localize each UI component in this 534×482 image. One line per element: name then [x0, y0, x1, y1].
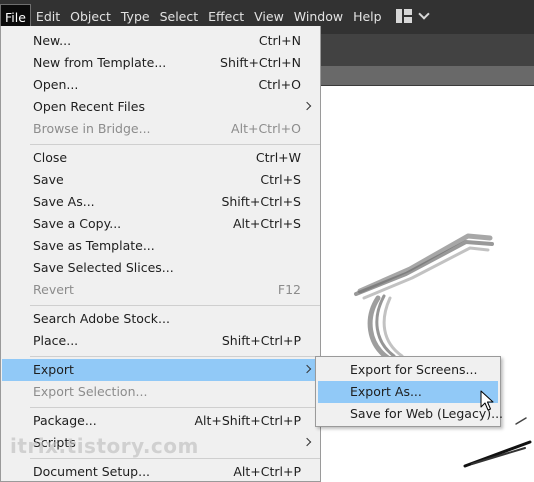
chevron-right-icon	[302, 364, 312, 374]
menu-item-save-a-copy[interactable]: Save a Copy... Alt+Ctrl+S	[2, 213, 320, 235]
menu-item-export[interactable]: Export	[2, 359, 320, 381]
menu-separator	[30, 458, 320, 459]
mouse-pointer-icon	[480, 390, 494, 411]
menu-item-close[interactable]: Close Ctrl+W	[2, 147, 320, 169]
export-submenu: Export for Screens... Export As... Save …	[315, 356, 503, 427]
menu-item-package[interactable]: Package... Alt+Shift+Ctrl+P	[2, 410, 320, 432]
menu-item-save[interactable]: Save Ctrl+S	[2, 169, 320, 191]
menu-item-label: Package...	[33, 413, 97, 428]
menu-item-shortcut: Alt+Shift+Ctrl+P	[194, 413, 301, 428]
menu-item-revert: Revert F12	[2, 279, 320, 301]
menu-item-save-as-template[interactable]: Save as Template...	[2, 235, 320, 257]
menu-item-export-selection: Export Selection...	[2, 381, 320, 403]
menu-item-shortcut: F12	[277, 282, 301, 297]
menu-item-browse-in-bridge: Browse in Bridge... Alt+Ctrl+O	[2, 118, 320, 140]
submenu-item-export-for-screens[interactable]: Export for Screens...	[318, 359, 498, 381]
menu-item-open-recent-files[interactable]: Open Recent Files	[2, 96, 320, 118]
menu-item-label: Save Selected Slices...	[33, 260, 174, 275]
menu-item-shortcut: Ctrl+S	[260, 172, 301, 187]
menu-help[interactable]: Help	[348, 0, 387, 34]
menu-item-label: Export	[33, 362, 74, 377]
menu-item-label: Place...	[33, 333, 79, 348]
menu-item-label: Browse in Bridge...	[33, 121, 151, 136]
menu-item-document-setup[interactable]: Document Setup... Alt+Ctrl+P	[2, 461, 320, 482]
menu-item-label: Search Adobe Stock...	[33, 311, 170, 326]
workspace-layout-icon	[396, 9, 412, 23]
menu-item-save-selected-slices[interactable]: Save Selected Slices...	[2, 257, 320, 279]
menu-item-new-from-template[interactable]: New from Template... Shift+Ctrl+N	[2, 52, 320, 74]
menu-item-shortcut: Alt+Ctrl+P	[233, 464, 301, 479]
menu-item-shortcut: Shift+Ctrl+N	[220, 55, 301, 70]
menu-item-shortcut: Shift+Ctrl+P	[221, 333, 301, 348]
menu-item-label: Close	[33, 150, 68, 165]
menu-item-open[interactable]: Open... Ctrl+O	[2, 74, 320, 96]
chevron-right-icon	[302, 101, 312, 111]
file-menu: New... Ctrl+N New from Template... Shift…	[0, 26, 321, 482]
menu-item-label: Export Selection...	[33, 384, 148, 399]
menu-item-label: New from Template...	[33, 55, 167, 70]
chevron-right-icon	[302, 437, 312, 447]
menu-item-label: Open Recent Files	[33, 99, 145, 114]
watermark-text: itrix.tistory.com	[10, 434, 199, 458]
menu-item-label: Save	[33, 172, 64, 187]
menu-item-label: Save as Template...	[33, 238, 155, 253]
menu-item-label: Revert	[33, 282, 74, 297]
menu-item-shortcut: Shift+Ctrl+S	[221, 194, 301, 209]
menu-item-label: Open...	[33, 77, 79, 92]
menu-separator	[30, 356, 320, 357]
workspace-switcher[interactable]	[396, 8, 430, 23]
menu-item-search-adobe-stock[interactable]: Search Adobe Stock...	[2, 308, 320, 330]
menu-separator	[30, 407, 320, 408]
menu-item-shortcut: Ctrl+W	[255, 150, 301, 165]
menu-item-save-as[interactable]: Save As... Shift+Ctrl+S	[2, 191, 320, 213]
submenu-item-export-as[interactable]: Export As...	[318, 381, 498, 403]
menu-item-label: Save As...	[33, 194, 95, 209]
submenu-item-save-for-web-legacy[interactable]: Save for Web (Legacy)...	[318, 403, 503, 425]
menu-item-shortcut: Alt+Ctrl+S	[232, 216, 301, 231]
menu-item-place[interactable]: Place... Shift+Ctrl+P	[2, 330, 320, 352]
submenu-item-label: Export for Screens...	[350, 362, 478, 377]
menu-item-new[interactable]: New... Ctrl+N	[2, 30, 320, 52]
menu-separator	[30, 144, 320, 145]
submenu-item-label: Export As...	[350, 384, 422, 399]
document-tab-strip	[320, 66, 534, 86]
menu-item-shortcut: Ctrl+O	[258, 77, 301, 92]
chevron-down-icon	[418, 8, 430, 20]
menu-item-shortcut: Alt+Ctrl+O	[231, 121, 301, 136]
menu-item-label: New...	[33, 33, 72, 48]
menu-item-shortcut: Ctrl+N	[258, 33, 301, 48]
menu-separator	[30, 305, 320, 306]
menu-item-label: Document Setup...	[33, 464, 151, 479]
menu-item-label: Save a Copy...	[33, 216, 122, 231]
